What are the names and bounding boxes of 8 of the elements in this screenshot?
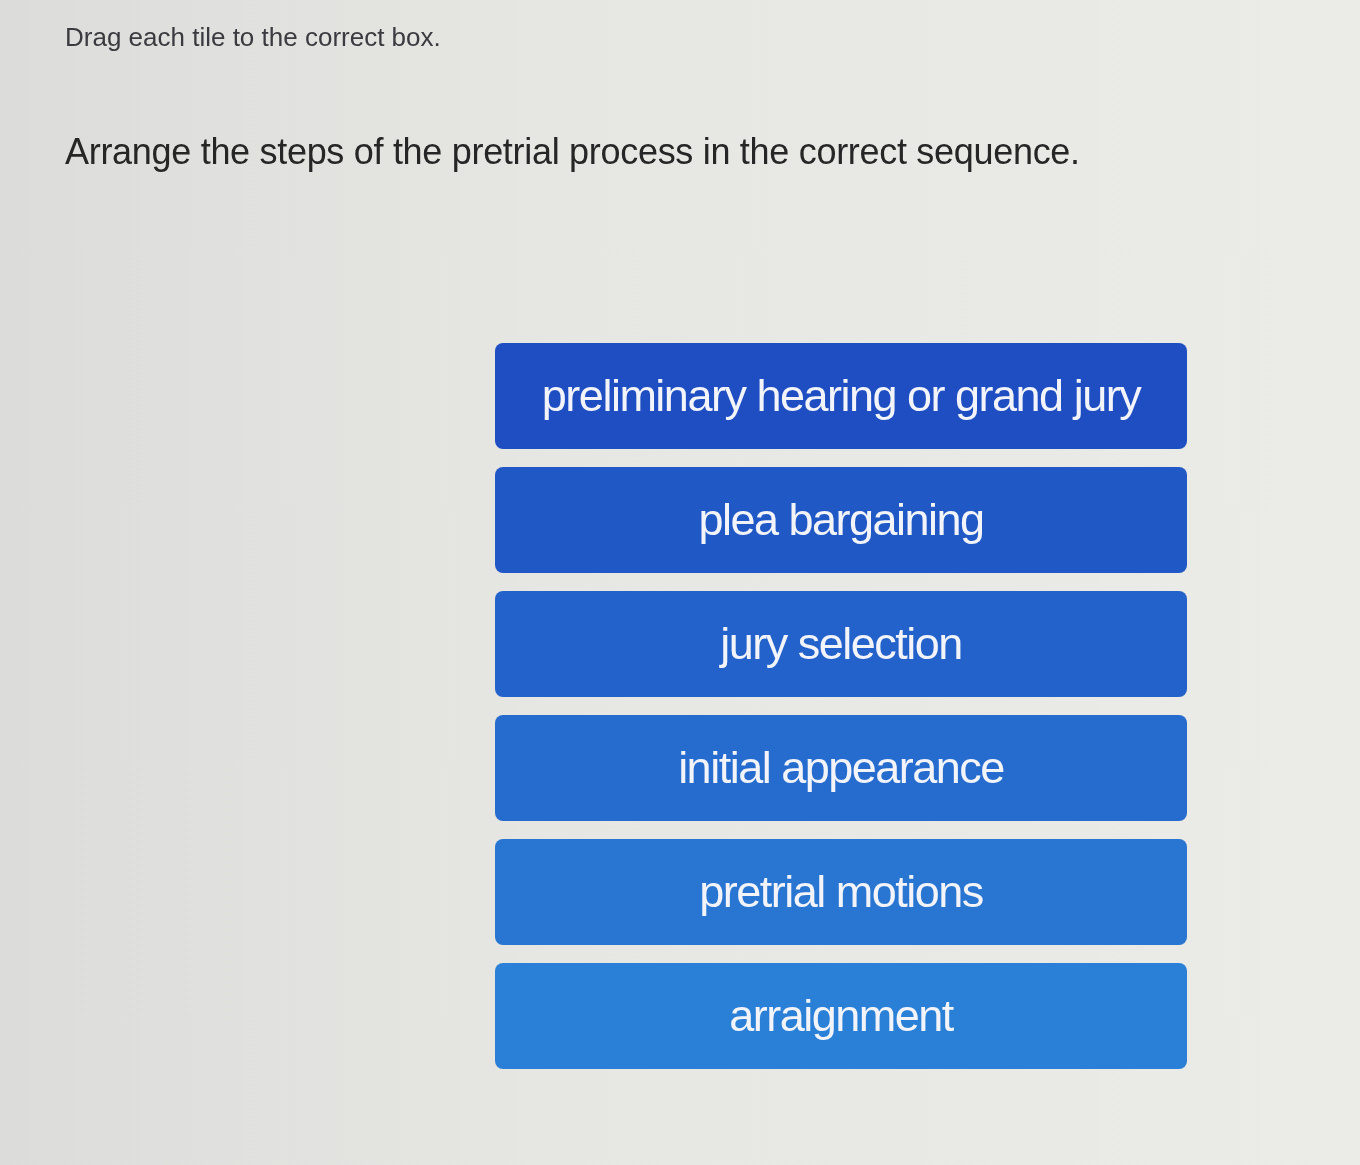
instruction-text: Drag each tile to the correct box. [65,22,441,53]
answer-tile[interactable]: arraignment [495,963,1187,1069]
question-text: Arrange the steps of the pretrial process in the correct sequence. [65,131,1081,173]
answer-tile[interactable]: initial appearance [495,715,1187,821]
answer-tile[interactable]: preliminary hearing or grand jury [495,343,1187,449]
answer-tile[interactable]: plea bargaining [495,467,1187,573]
answer-tile[interactable]: jury selection [495,591,1187,697]
answer-tile[interactable]: pretrial motions [495,839,1187,945]
